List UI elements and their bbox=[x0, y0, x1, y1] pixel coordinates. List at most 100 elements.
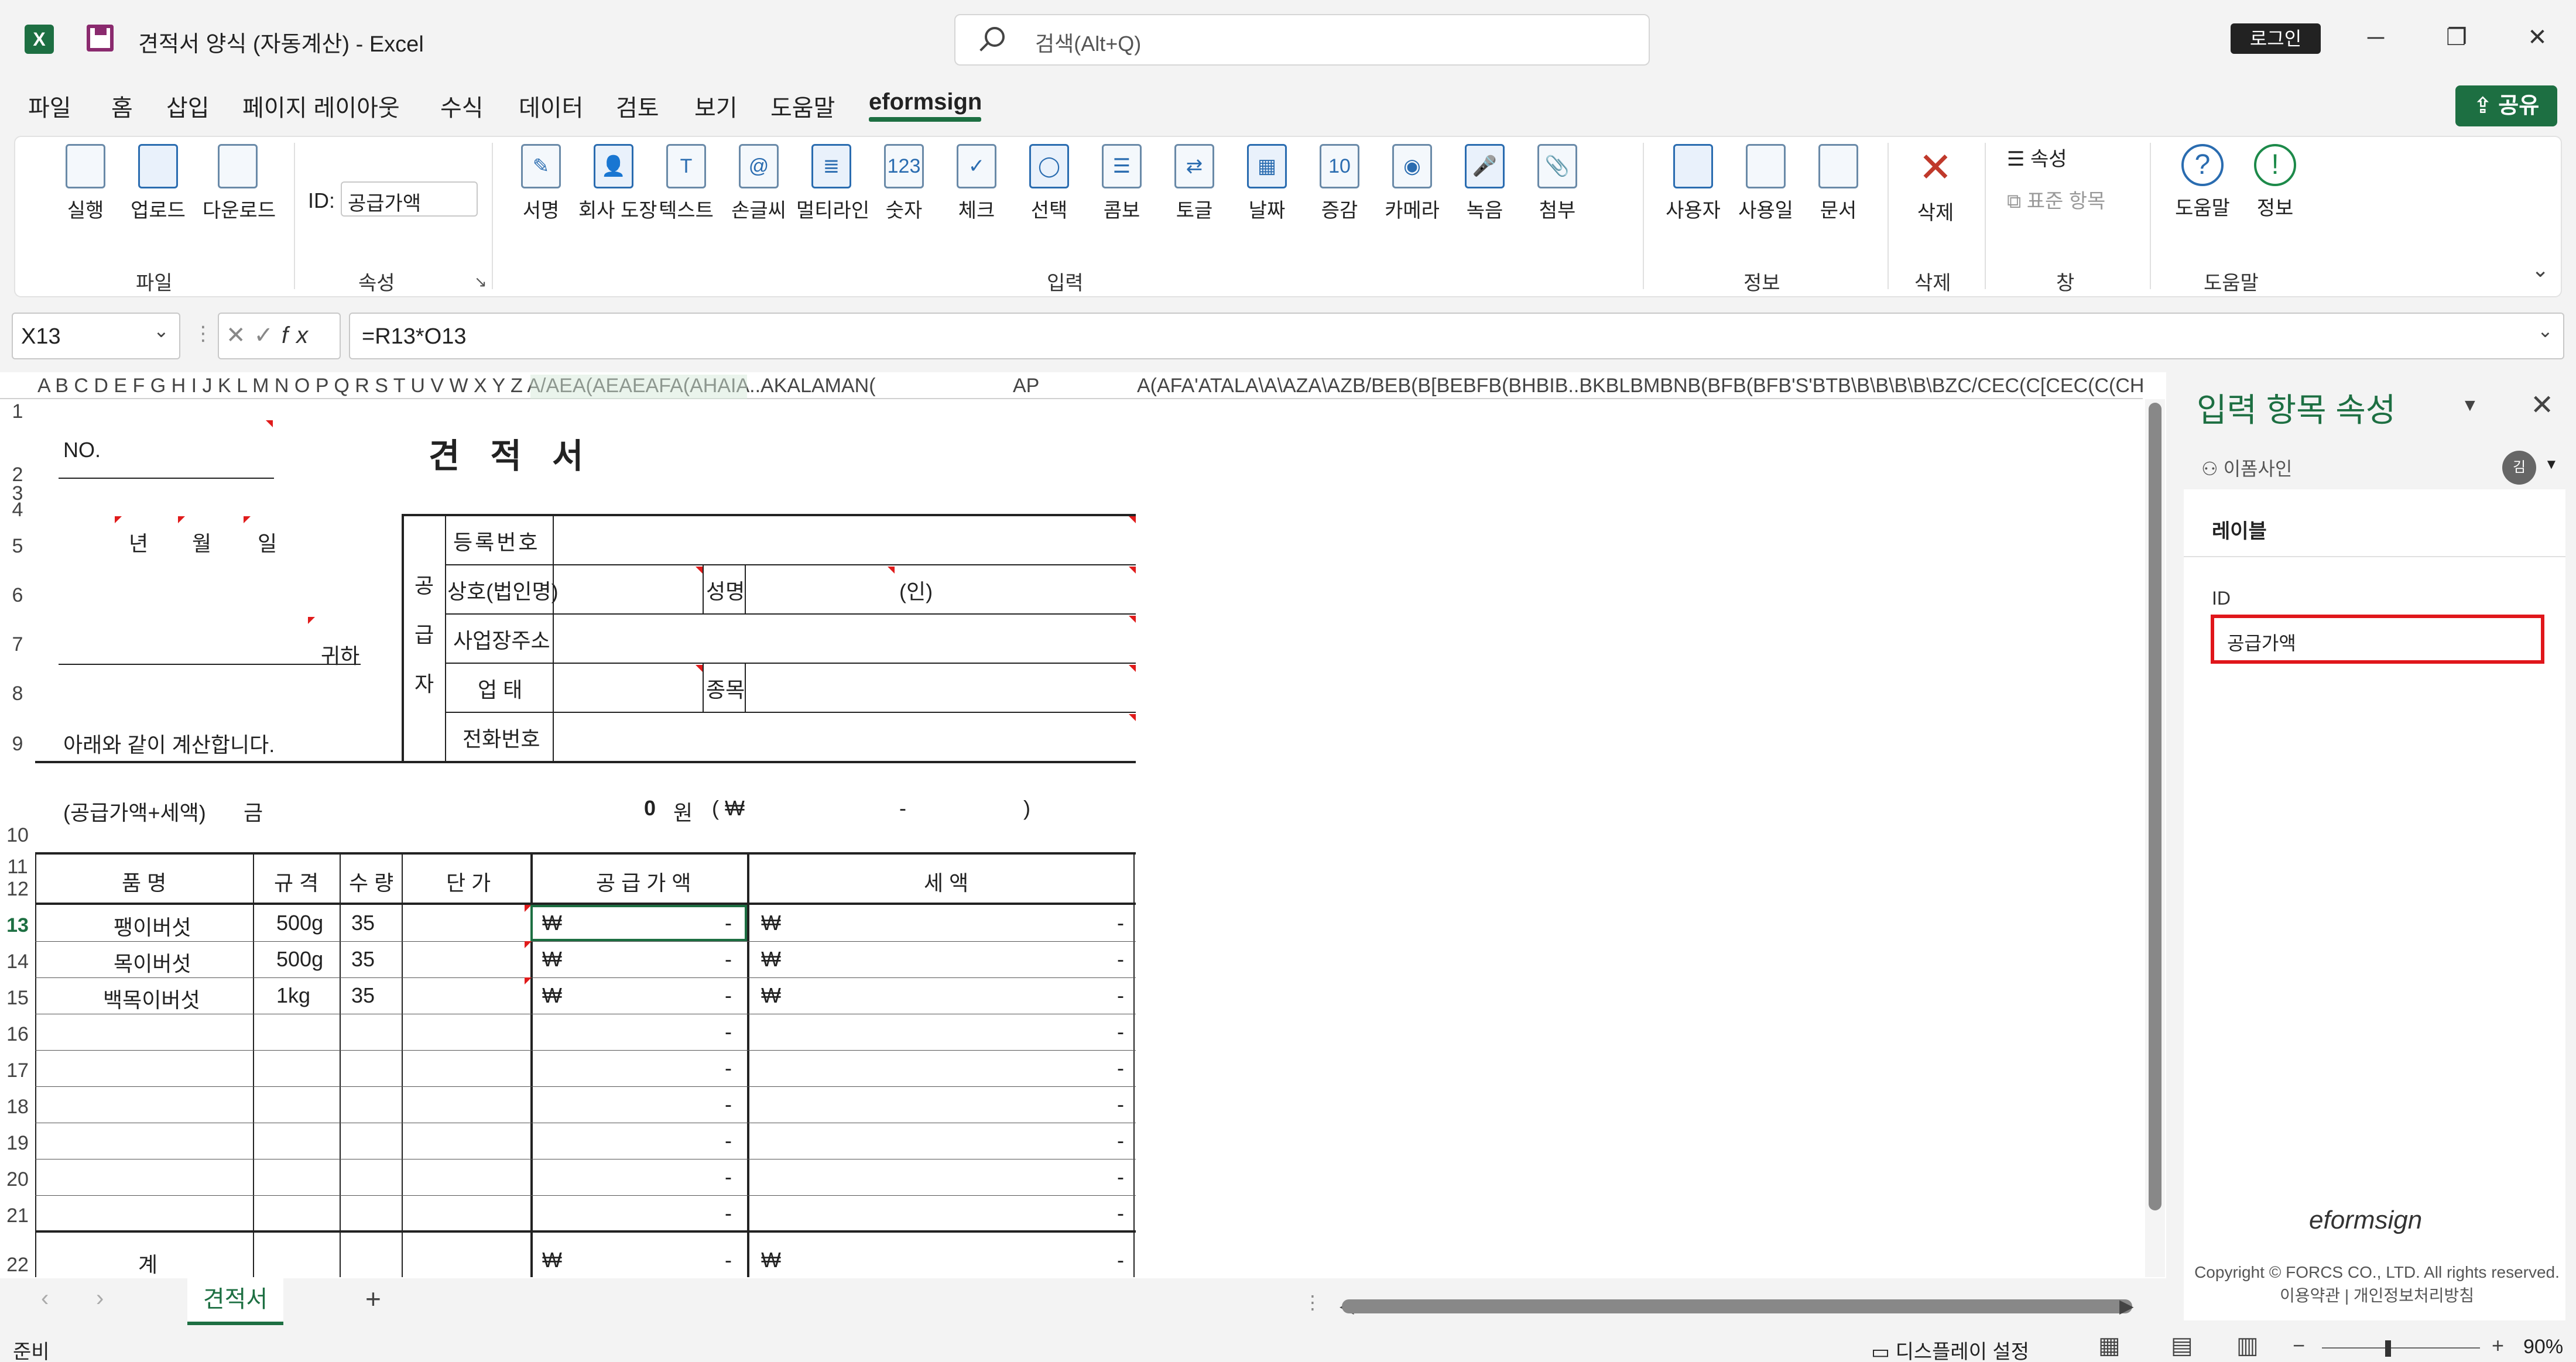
avatar-dropdown-icon[interactable]: ▼ bbox=[2544, 457, 2558, 473]
login-button[interactable]: 로그인 bbox=[2231, 23, 2321, 54]
share-button[interactable]: ⇪ 공유 bbox=[2455, 85, 2557, 126]
zoom-slider-thumb[interactable] bbox=[2385, 1340, 2391, 1357]
save-icon[interactable] bbox=[87, 25, 114, 52]
menu-formulas[interactable]: 수식 bbox=[440, 89, 484, 123]
run-button[interactable]: 실행 bbox=[50, 144, 121, 223]
row-header[interactable]: 1 bbox=[0, 400, 35, 423]
display-settings[interactable]: ▭ 디스플레이 설정 bbox=[1871, 1336, 2029, 1362]
toggle-button[interactable]: ⇄ 토글 bbox=[1159, 144, 1229, 223]
row-header[interactable]: 4 bbox=[0, 499, 35, 522]
row-header[interactable]: 7 bbox=[0, 633, 35, 656]
info-button[interactable]: ! 정보 bbox=[2240, 144, 2310, 221]
row-header[interactable]: 19 bbox=[0, 1132, 35, 1155]
menu-view[interactable]: 보기 bbox=[694, 89, 738, 123]
zoom-in-icon[interactable]: + bbox=[2492, 1333, 2504, 1358]
sheet-tab-active[interactable]: 견적서 bbox=[187, 1278, 283, 1325]
row-header[interactable]: 9 bbox=[0, 733, 35, 756]
menu-page-layout[interactable]: 페이지 레이아웃 bbox=[242, 89, 400, 123]
row-header[interactable]: 11 bbox=[0, 856, 35, 879]
row-header[interactable]: 13 bbox=[0, 914, 35, 937]
pane-id-input[interactable]: 공급가액 bbox=[2211, 615, 2544, 664]
column-headers[interactable]: A B C D E F G H I J K L M N O P Q R S T … bbox=[0, 372, 2143, 399]
scroll-right-icon[interactable]: ▶ bbox=[2119, 1295, 2134, 1317]
pane-options-icon[interactable]: ▼ bbox=[2461, 396, 2479, 416]
restore-icon[interactable]: ❐ bbox=[2439, 20, 2474, 55]
delete-button[interactable]: ✕ 삭제 bbox=[1900, 144, 1971, 225]
row-header[interactable]: 8 bbox=[0, 682, 35, 705]
row-header[interactable]: 14 bbox=[0, 951, 35, 973]
row-header[interactable]: 22 bbox=[0, 1254, 35, 1277]
menu-insert[interactable]: 삽입 bbox=[166, 89, 210, 123]
row-header[interactable]: 17 bbox=[0, 1059, 35, 1082]
row-header[interactable]: 20 bbox=[0, 1168, 35, 1191]
row-header[interactable]: 12 bbox=[0, 878, 35, 901]
page-break-icon[interactable]: ▥ bbox=[2236, 1332, 2259, 1359]
help-button[interactable]: ? 도움말 bbox=[2167, 144, 2238, 221]
add-sheet-button[interactable]: + bbox=[365, 1283, 381, 1315]
row-header[interactable]: 18 bbox=[0, 1096, 35, 1119]
enter-icon[interactable]: ✓ bbox=[254, 323, 282, 348]
row-headers[interactable]: 1 2 3 4 5 6 7 8 9 10 11 12 13 14 15 16 17 18 19 20 21 22 bbox=[0, 399, 35, 1277]
document-button[interactable]: 문서 bbox=[1803, 144, 1873, 223]
zoom-out-icon[interactable]: − bbox=[2293, 1333, 2305, 1358]
row-header[interactable]: 16 bbox=[0, 1023, 35, 1046]
standard-items-button[interactable]: ⧉ 표준 항목 bbox=[2007, 185, 2105, 214]
combo-button[interactable]: ☰ 콤보 bbox=[1087, 144, 1157, 223]
horizontal-scroll-thumb[interactable] bbox=[1342, 1299, 2132, 1313]
expand-formula-icon[interactable]: ⌄ bbox=[2537, 320, 2553, 342]
zoom-slider[interactable] bbox=[2322, 1347, 2480, 1349]
date-button[interactable]: ▦ 날짜 bbox=[1232, 144, 1302, 223]
use-date-button[interactable]: 사용일 bbox=[1731, 144, 1801, 223]
upload-button[interactable]: 업로드 bbox=[123, 144, 193, 223]
id-label: ID: bbox=[308, 188, 335, 212]
download-button[interactable]: 다운로드 bbox=[203, 144, 276, 223]
user-button[interactable]: 사용자 bbox=[1658, 144, 1728, 223]
close-icon[interactable]: ✕ bbox=[2520, 20, 2555, 55]
menu-file[interactable]: 파일 bbox=[28, 89, 71, 123]
id-input[interactable]: 공급가액 bbox=[341, 181, 478, 217]
number-button[interactable]: 123 숫자 bbox=[869, 144, 939, 223]
menu-home[interactable]: 홈 bbox=[111, 89, 133, 123]
formula-buttons[interactable]: ✕✓fx bbox=[218, 313, 341, 359]
row-header[interactable]: 6 bbox=[0, 584, 35, 607]
avatar[interactable]: 김 bbox=[2502, 451, 2536, 485]
select-button[interactable]: ◯ 선택 bbox=[1014, 144, 1084, 223]
multiline-button[interactable]: ≣ 멀티라인 bbox=[796, 144, 869, 223]
attach-button[interactable]: 📎 첨부 bbox=[1522, 144, 1592, 223]
combo-icon: ☰ bbox=[1102, 144, 1142, 188]
minimize-icon[interactable]: ─ bbox=[2358, 20, 2393, 55]
chevron-down-icon[interactable]: ⌄ bbox=[153, 320, 169, 342]
property-window-button[interactable]: ☰ 속성 bbox=[2007, 143, 2067, 171]
row-header[interactable]: 21 bbox=[0, 1205, 35, 1227]
record-button[interactable]: 🎤 녹음 bbox=[1450, 144, 1520, 223]
menu-data[interactable]: 데이터 bbox=[519, 89, 583, 123]
menu-eformsign[interactable]: eformsign bbox=[869, 89, 982, 115]
row-header[interactable]: 10 bbox=[0, 824, 35, 847]
menu-review[interactable]: 검토 bbox=[616, 89, 659, 123]
handwriting-button[interactable]: @ 손글씨 bbox=[724, 144, 794, 223]
zoom-level[interactable]: 90% bbox=[2523, 1336, 2563, 1358]
pane-close-icon[interactable]: ✕ bbox=[2530, 389, 2554, 421]
selected-cell[interactable] bbox=[530, 905, 747, 941]
collapse-ribbon-icon[interactable]: ⌄ bbox=[2532, 258, 2549, 282]
item-currency: ₩ bbox=[542, 947, 562, 971]
menu-help[interactable]: 도움말 bbox=[770, 89, 835, 123]
camera-button[interactable]: ◉ 카메라 bbox=[1377, 144, 1447, 223]
date-year: 년 bbox=[129, 531, 149, 555]
page-layout-icon[interactable]: ▤ bbox=[2171, 1332, 2193, 1359]
check-button[interactable]: ✓ 체크 bbox=[941, 144, 1012, 223]
stepper-button[interactable]: 10 증감 bbox=[1304, 144, 1375, 223]
prev-sheet-icon[interactable]: ‹ bbox=[41, 1285, 49, 1312]
fx-icon[interactable]: fx bbox=[282, 323, 316, 348]
row-header[interactable]: 15 bbox=[0, 987, 35, 1010]
normal-view-icon[interactable]: ▦ bbox=[2098, 1332, 2121, 1359]
signature-button[interactable]: ✎ 서명 bbox=[506, 144, 576, 223]
company-seal-button[interactable]: 👤 회사 도장 bbox=[578, 144, 657, 223]
dialog-launcher-icon[interactable]: ↘ bbox=[474, 273, 487, 291]
cancel-icon[interactable]: ✕ bbox=[226, 323, 254, 348]
next-sheet-icon[interactable]: › bbox=[96, 1285, 104, 1312]
formula-input[interactable]: =R13*O13 bbox=[349, 313, 2564, 359]
vertical-scroll-thumb[interactable] bbox=[2149, 403, 2161, 1210]
text-button[interactable]: T 텍스트 bbox=[651, 144, 721, 223]
row-header[interactable]: 5 bbox=[0, 535, 35, 558]
